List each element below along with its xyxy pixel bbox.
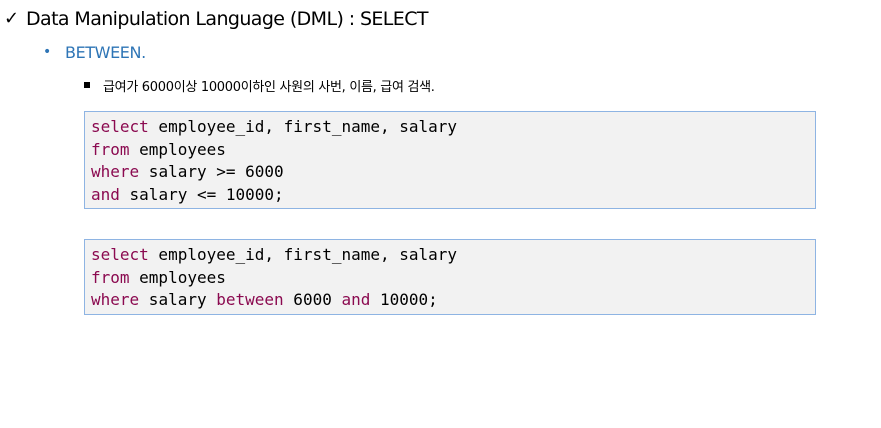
code-line: select employee_id, first_name, salary xyxy=(91,116,809,139)
code-keyword: select xyxy=(91,245,149,264)
code-keyword: where xyxy=(91,162,140,181)
code-line: where salary between 6000 and 10000; xyxy=(91,289,809,312)
code-text: salary >= 6000 xyxy=(139,162,284,181)
bullet-dot-icon: • xyxy=(43,44,52,60)
code-text: salary <= 10000; xyxy=(119,184,284,204)
code-line: and salary <= 10000; xyxy=(91,184,809,207)
bullet-label: BETWEEN. xyxy=(65,42,146,62)
code-line: where salary >= 6000 xyxy=(91,161,809,184)
code-text: employees xyxy=(129,267,226,287)
page-title: Data Manipulation Language (DML) : SELEC… xyxy=(26,8,428,30)
code-keyword: from xyxy=(91,139,130,159)
code-text: employee_id, first_name, salary xyxy=(148,117,458,136)
title-row: ✓ Data Manipulation Language (DML) : SEL… xyxy=(4,6,428,32)
code-keyword: from xyxy=(91,267,130,287)
code-block-1: select employee_id, first_name, salary fr… xyxy=(84,111,816,209)
code-keyword: and xyxy=(91,184,120,204)
code-line: from employees xyxy=(91,267,809,290)
code-keyword: select xyxy=(91,117,149,136)
code-line: from employees xyxy=(91,139,809,162)
code-text: employees xyxy=(129,139,226,159)
square-bullet-icon xyxy=(84,82,90,88)
code-text: 10000; xyxy=(370,290,438,309)
slide: ✓ Data Manipulation Language (DML) : SEL… xyxy=(0,0,881,428)
code-text: salary xyxy=(139,290,217,309)
code-text: employee_id, first_name, salary xyxy=(148,245,458,264)
check-icon: ✓ xyxy=(4,8,20,29)
code-block-2: select employee_id, first_name, salary fr… xyxy=(84,239,816,315)
code-line: select employee_id, first_name, salary xyxy=(91,244,809,267)
code-text: 6000 xyxy=(283,290,342,309)
code-keyword: and xyxy=(341,290,371,309)
bullet-item: • BETWEEN. xyxy=(43,40,146,64)
sub-bullet-item: 급여가 6000이상 10000이하인 사원의 사번, 이름, 급여 검색. xyxy=(84,74,435,96)
code-keyword: between xyxy=(216,290,284,309)
sub-bullet-label: 급여가 6000이상 10000이하인 사원의 사번, 이름, 급여 검색. xyxy=(103,79,435,95)
code-keyword: where xyxy=(91,290,140,309)
